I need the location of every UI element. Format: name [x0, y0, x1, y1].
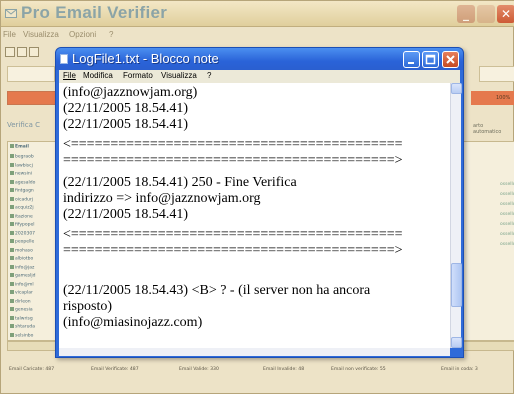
status-loaded: Email Caricate: 487 [9, 367, 55, 372]
text-line: (22/11/2005 18.54.41) [63, 101, 189, 116]
list-item[interactable]: peopelle [10, 239, 34, 245]
notepad-minimize-button[interactable] [403, 51, 420, 68]
toolbar-button[interactable] [29, 47, 39, 57]
status-bar: Email Caricate: 487 Email Verificate: 48… [1, 361, 514, 381]
notepad-maximize-button[interactable] [422, 51, 439, 68]
list-item[interactable]: vicaplar [10, 290, 33, 296]
list-item[interactable]: oicadurj [10, 197, 33, 202]
menu-help[interactable]: ? [109, 30, 113, 39]
list-item[interactable]: gamesljd [10, 273, 35, 279]
minimize-button[interactable]: _ [457, 5, 475, 23]
result-item: ossello [500, 222, 514, 227]
text-line: risposto) [63, 299, 112, 314]
progress-bar [7, 91, 57, 105]
list-header: Email [10, 144, 29, 150]
list-item[interactable]: lawbiscj [10, 163, 33, 168]
text-line: (22/11/2005 18.54.41) 250 - Fine Verific… [63, 175, 297, 190]
app-titlebar: Pro Email Verifier _ ✕ [1, 1, 514, 27]
app-input-right[interactable] [479, 66, 514, 82]
result-item: ossello [500, 192, 514, 197]
result-item: ossello [500, 202, 514, 207]
text-line: indirizzo => info@jazznowjam.org [63, 191, 261, 206]
status-valid: Email Valide: 330 [179, 367, 219, 372]
list-item[interactable]: agesaldo [10, 180, 35, 185]
result-item: ossello [500, 182, 514, 187]
notepad-text-area[interactable]: (info@jazznowjam.org) (22/11/2005 18.54.4… [59, 83, 450, 348]
result-item: ossello [500, 212, 514, 217]
envelope-icon [5, 9, 17, 18]
list-item[interactable]: mohaso [10, 248, 33, 253]
text-line: (info@miasinojazz.com) [63, 315, 203, 330]
notepad-window: LogFile1.txt - Blocco note File Modifica… [55, 47, 464, 358]
status-queued: Email in coda: 3 [441, 367, 478, 372]
list-item[interactable]: newsini [10, 171, 32, 177]
status-unverified: Email non verificate: 55 [331, 367, 386, 372]
text-line: (22/11/2005 18.54.41) [63, 117, 189, 132]
result-item: ossello [500, 242, 514, 247]
notepad-close-button[interactable] [442, 51, 459, 68]
list-item[interactable]: selsinbo [10, 333, 33, 338]
close-button[interactable]: ✕ [497, 5, 514, 23]
progress-label: 100% [496, 95, 511, 101]
text-line: (22/11/2005 18.54.41) [63, 207, 189, 222]
notepad-hscrollbar[interactable] [59, 348, 450, 356]
app-input[interactable] [7, 66, 55, 82]
notepad-menubar: File Modifica Formato Visualizza ? [59, 70, 460, 83]
result-item: ossello [500, 232, 514, 237]
text-line: (info@jazznowjam.org) [63, 85, 198, 100]
scroll-thumb[interactable] [451, 263, 462, 307]
maximize-icon [425, 54, 436, 65]
text-line: <=======================================… [63, 227, 403, 242]
list-item[interactable]: itazione [10, 214, 33, 219]
list-item[interactable]: talwrisg [10, 316, 33, 321]
app-title: Pro Email Verifier [21, 3, 168, 22]
toolbar-button[interactable] [17, 47, 27, 57]
scroll-up-button[interactable] [451, 83, 462, 94]
email-list[interactable]: Email begraob lawbiscj newsini agesaldo fint… [7, 141, 57, 341]
np-menu-visualizza[interactable]: Visualizza [161, 71, 197, 80]
list-item[interactable]: genesia [10, 307, 33, 313]
list-item[interactable]: dirleon [10, 299, 31, 304]
status-invalid: Email Invalide: 48 [263, 367, 305, 372]
text-line: ========================================… [63, 153, 403, 168]
text-line: (22/11/2005 18.54.43) <B> ? - (il server… [63, 283, 371, 298]
list-item[interactable]: albiotbo [10, 256, 33, 262]
notepad-title: LogFile1.txt - Blocco note [72, 51, 219, 66]
status-verified: Email Verificate: 487 [91, 367, 139, 372]
scroll-down-button[interactable] [451, 337, 462, 348]
close-icon [446, 55, 455, 64]
text-line: ========================================… [63, 243, 403, 258]
menu-file[interactable]: File [3, 30, 16, 39]
toolbar-button[interactable] [5, 47, 15, 57]
list-item[interactable]: begraob [10, 154, 34, 160]
list-item[interactable]: info@ml [10, 282, 34, 287]
np-menu-modifica[interactable]: Modifica [83, 71, 113, 80]
np-menu-file[interactable]: File [63, 71, 76, 80]
maximize-button[interactable] [477, 5, 495, 23]
list-item[interactable]: info@jaz [10, 265, 34, 270]
list-item[interactable]: acquiz2j [10, 205, 34, 211]
automatic-label: arto automatico [473, 123, 502, 135]
app-menubar: File Visualizza Opzioni ? [1, 28, 514, 42]
result-list[interactable]: ossello ossello ossello ossello ossello ossel… [459, 141, 514, 341]
notepad-icon [60, 54, 68, 64]
list-item[interactable]: fifypopel [10, 222, 35, 228]
text-line: <=======================================… [63, 137, 403, 152]
list-item[interactable]: shtaruda [10, 324, 35, 330]
minimize-icon [408, 62, 414, 64]
list-item[interactable]: 2020307 [10, 231, 35, 236]
menu-visualizza[interactable]: Visualizza [23, 30, 59, 39]
verifica-label: Verifica C [7, 121, 41, 129]
np-menu-formato[interactable]: Formato [123, 71, 153, 80]
menu-opzioni[interactable]: Opzioni [69, 30, 96, 39]
notepad-titlebar[interactable]: LogFile1.txt - Blocco note [56, 48, 463, 70]
vertical-scrollbar[interactable] [450, 83, 462, 348]
list-item[interactable]: fintgagn [10, 188, 34, 194]
np-menu-help[interactable]: ? [207, 71, 211, 80]
